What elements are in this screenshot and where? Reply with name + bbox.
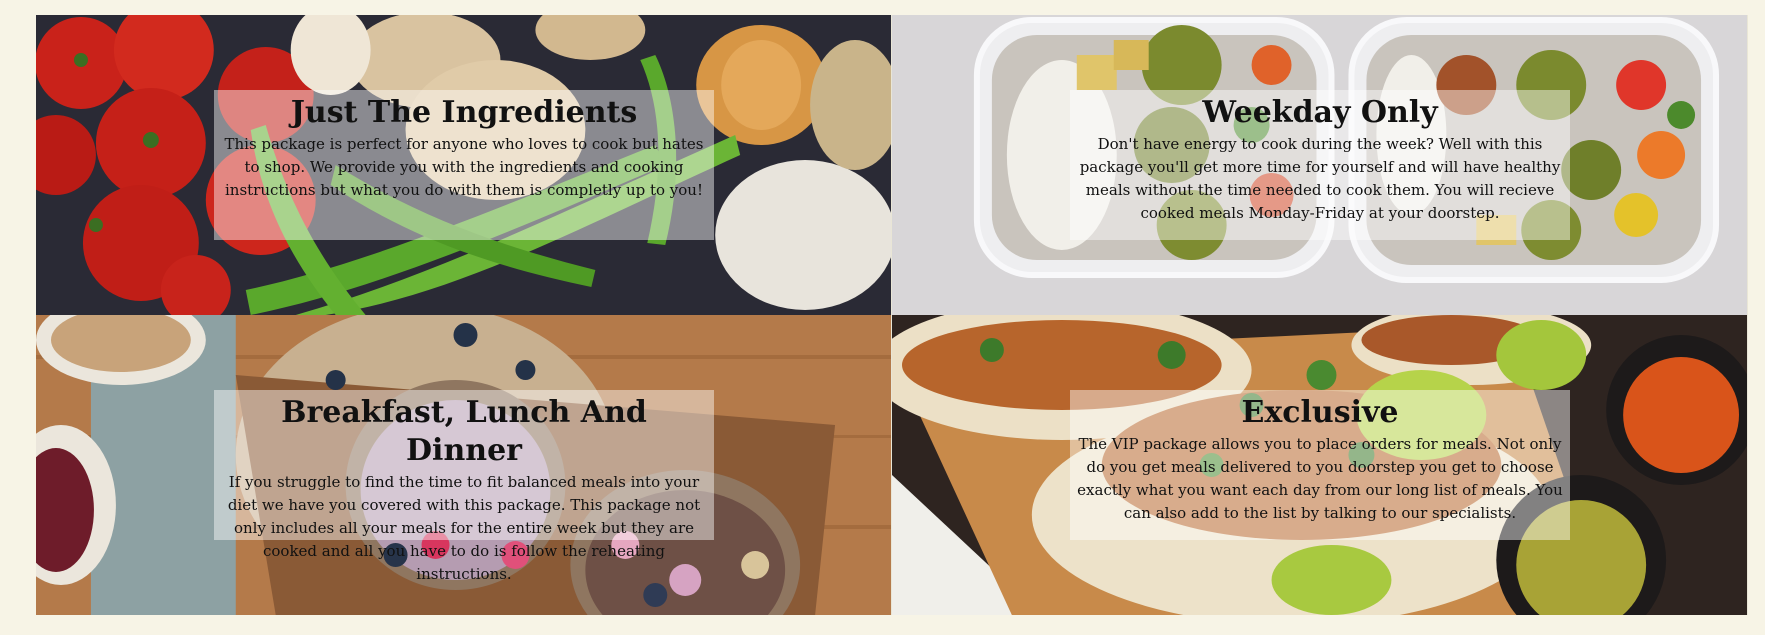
package-description: If you struggle to find the time to fit … [227,473,701,583]
package-title: Breakfast, Lunch And Dinner [281,395,647,468]
packages-grid: Just The Ingredients This package is per… [36,15,1748,615]
package-info-panel: Weekday Only Don't have energy to cook d… [1070,90,1570,240]
package-description: The VIP package allows you to place orde… [1077,435,1563,522]
package-info-panel: Exclusive The VIP package allows you to … [1070,390,1570,540]
package-title: Exclusive [1241,395,1399,430]
package-info-panel: Breakfast, Lunch And Dinner If you strug… [214,390,714,583]
package-info-panel: Just The Ingredients This package is per… [214,90,714,240]
package-description: Don't have energy to cook during the wee… [1079,135,1561,222]
package-card-full-week[interactable]: Breakfast, Lunch And Dinner If you strug… [36,315,892,615]
package-card-exclusive[interactable]: Exclusive The VIP package allows you to … [892,315,1748,615]
package-description: This package is perfect for anyone who l… [224,135,704,199]
package-card-ingredients[interactable]: Just The Ingredients This package is per… [36,15,892,315]
package-title: Just The Ingredients [290,95,638,130]
package-card-weekday[interactable]: Weekday Only Don't have energy to cook d… [892,15,1748,315]
package-title: Weekday Only [1202,95,1438,130]
